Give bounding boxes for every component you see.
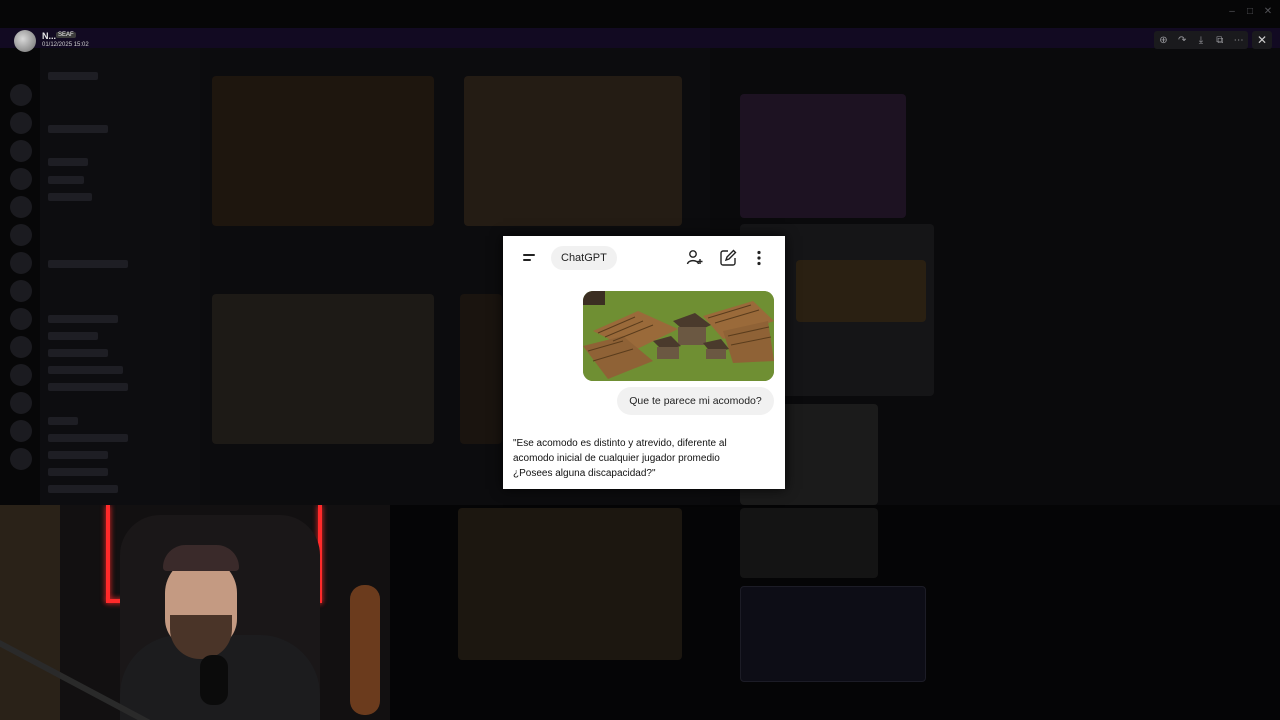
assistant-message-line: ¿Posees alguna discapacidad?" — [513, 468, 656, 479]
server-icon[interactable] — [10, 224, 32, 246]
open-external-icon[interactable]: ⧉ — [1213, 35, 1227, 46]
share-icon[interactable]: ↷ — [1175, 35, 1189, 46]
game-screenshot-image[interactable] — [583, 291, 774, 381]
channel-item[interactable] — [48, 451, 108, 459]
user-message-bubble: Que te parece mi acomodo? — [617, 387, 774, 415]
server-icon[interactable] — [10, 140, 32, 162]
channel-item[interactable] — [48, 434, 128, 442]
panel-image[interactable] — [740, 586, 926, 682]
server-icon[interactable] — [10, 112, 32, 134]
server-icon[interactable] — [10, 84, 32, 106]
microphone — [200, 655, 228, 705]
app-titlebar: – □ ✕ — [0, 0, 1280, 28]
server-icon[interactable] — [10, 364, 32, 386]
server-icon[interactable] — [10, 196, 32, 218]
panel-card-image[interactable] — [796, 260, 926, 322]
more-vertical-icon[interactable] — [749, 248, 769, 268]
panel-image[interactable] — [740, 94, 906, 218]
minimize-icon[interactable]: – — [1226, 6, 1238, 18]
user-badge: SEAF — [56, 32, 76, 38]
panel-image[interactable] — [740, 508, 878, 578]
post-datetime: 01/12/2025 15:02 — [42, 42, 89, 48]
assistant-message-line: acomodo inicial de cualquier jugador pro… — [513, 453, 720, 464]
channel-item[interactable] — [48, 193, 92, 201]
new-chat-icon[interactable] — [718, 248, 738, 268]
avatar[interactable] — [14, 30, 36, 52]
channel-item[interactable] — [48, 417, 78, 425]
feed-image[interactable] — [464, 76, 682, 226]
guitar — [350, 585, 380, 715]
channel-item[interactable] — [48, 383, 128, 391]
channel-item[interactable] — [48, 125, 108, 133]
window-close-icon[interactable]: ✕ — [1262, 6, 1274, 18]
feed-image[interactable] — [460, 294, 502, 444]
channel-item[interactable] — [48, 332, 98, 340]
server-icon[interactable] — [10, 308, 32, 330]
chatgpt-screenshot: ChatGPT Que te parece mi acomodo? "Ese a… — [503, 236, 785, 489]
webcam-led-strip — [106, 505, 110, 601]
more-icon[interactable]: ⋯ — [1232, 35, 1246, 46]
server-icon[interactable] — [10, 252, 32, 274]
server-icon[interactable] — [10, 280, 32, 302]
channel-item[interactable] — [48, 158, 88, 166]
user-name: N... — [42, 31, 57, 41]
server-icon[interactable] — [10, 392, 32, 414]
feed-image[interactable] — [212, 76, 434, 226]
channel-item[interactable] — [48, 349, 108, 357]
maximize-icon[interactable]: □ — [1244, 6, 1256, 18]
channel-item[interactable] — [48, 260, 128, 268]
channel-item[interactable] — [48, 315, 118, 323]
window-controls: – □ ✕ — [1226, 6, 1274, 18]
chat-title[interactable]: ChatGPT — [551, 246, 617, 270]
add-user-icon[interactable] — [685, 248, 705, 268]
assistant-message: "Ese acomodo es distinto y atrevido, dif… — [513, 436, 775, 481]
channel-item[interactable] — [48, 366, 123, 374]
image-viewer-toolbar: ⊕ ↷ ⤓ ⧉ ⋯ — [1154, 31, 1248, 49]
server-icon[interactable] — [10, 168, 32, 190]
channel-item[interactable] — [48, 468, 108, 476]
webcam-overlay — [0, 505, 390, 720]
menu-icon[interactable] — [517, 248, 541, 268]
zoom-in-icon[interactable]: ⊕ — [1156, 35, 1170, 46]
server-icon[interactable] — [10, 336, 32, 358]
streamer-cap — [163, 545, 239, 571]
server-icon[interactable] — [10, 448, 32, 470]
assistant-message-line: "Ese acomodo es distinto y atrevido, dif… — [513, 438, 727, 449]
server-icon[interactable] — [10, 420, 32, 442]
app-banner — [0, 28, 1280, 48]
feed-image[interactable] — [458, 508, 682, 660]
server-rail — [0, 48, 40, 505]
channel-item[interactable] — [48, 176, 84, 184]
download-icon[interactable]: ⤓ — [1194, 35, 1208, 46]
close-icon[interactable]: ✕ — [1252, 31, 1272, 49]
webcam-wall — [0, 505, 60, 720]
channel-item[interactable] — [48, 485, 118, 493]
feed-image[interactable] — [212, 294, 434, 444]
channel-item[interactable] — [48, 72, 98, 80]
